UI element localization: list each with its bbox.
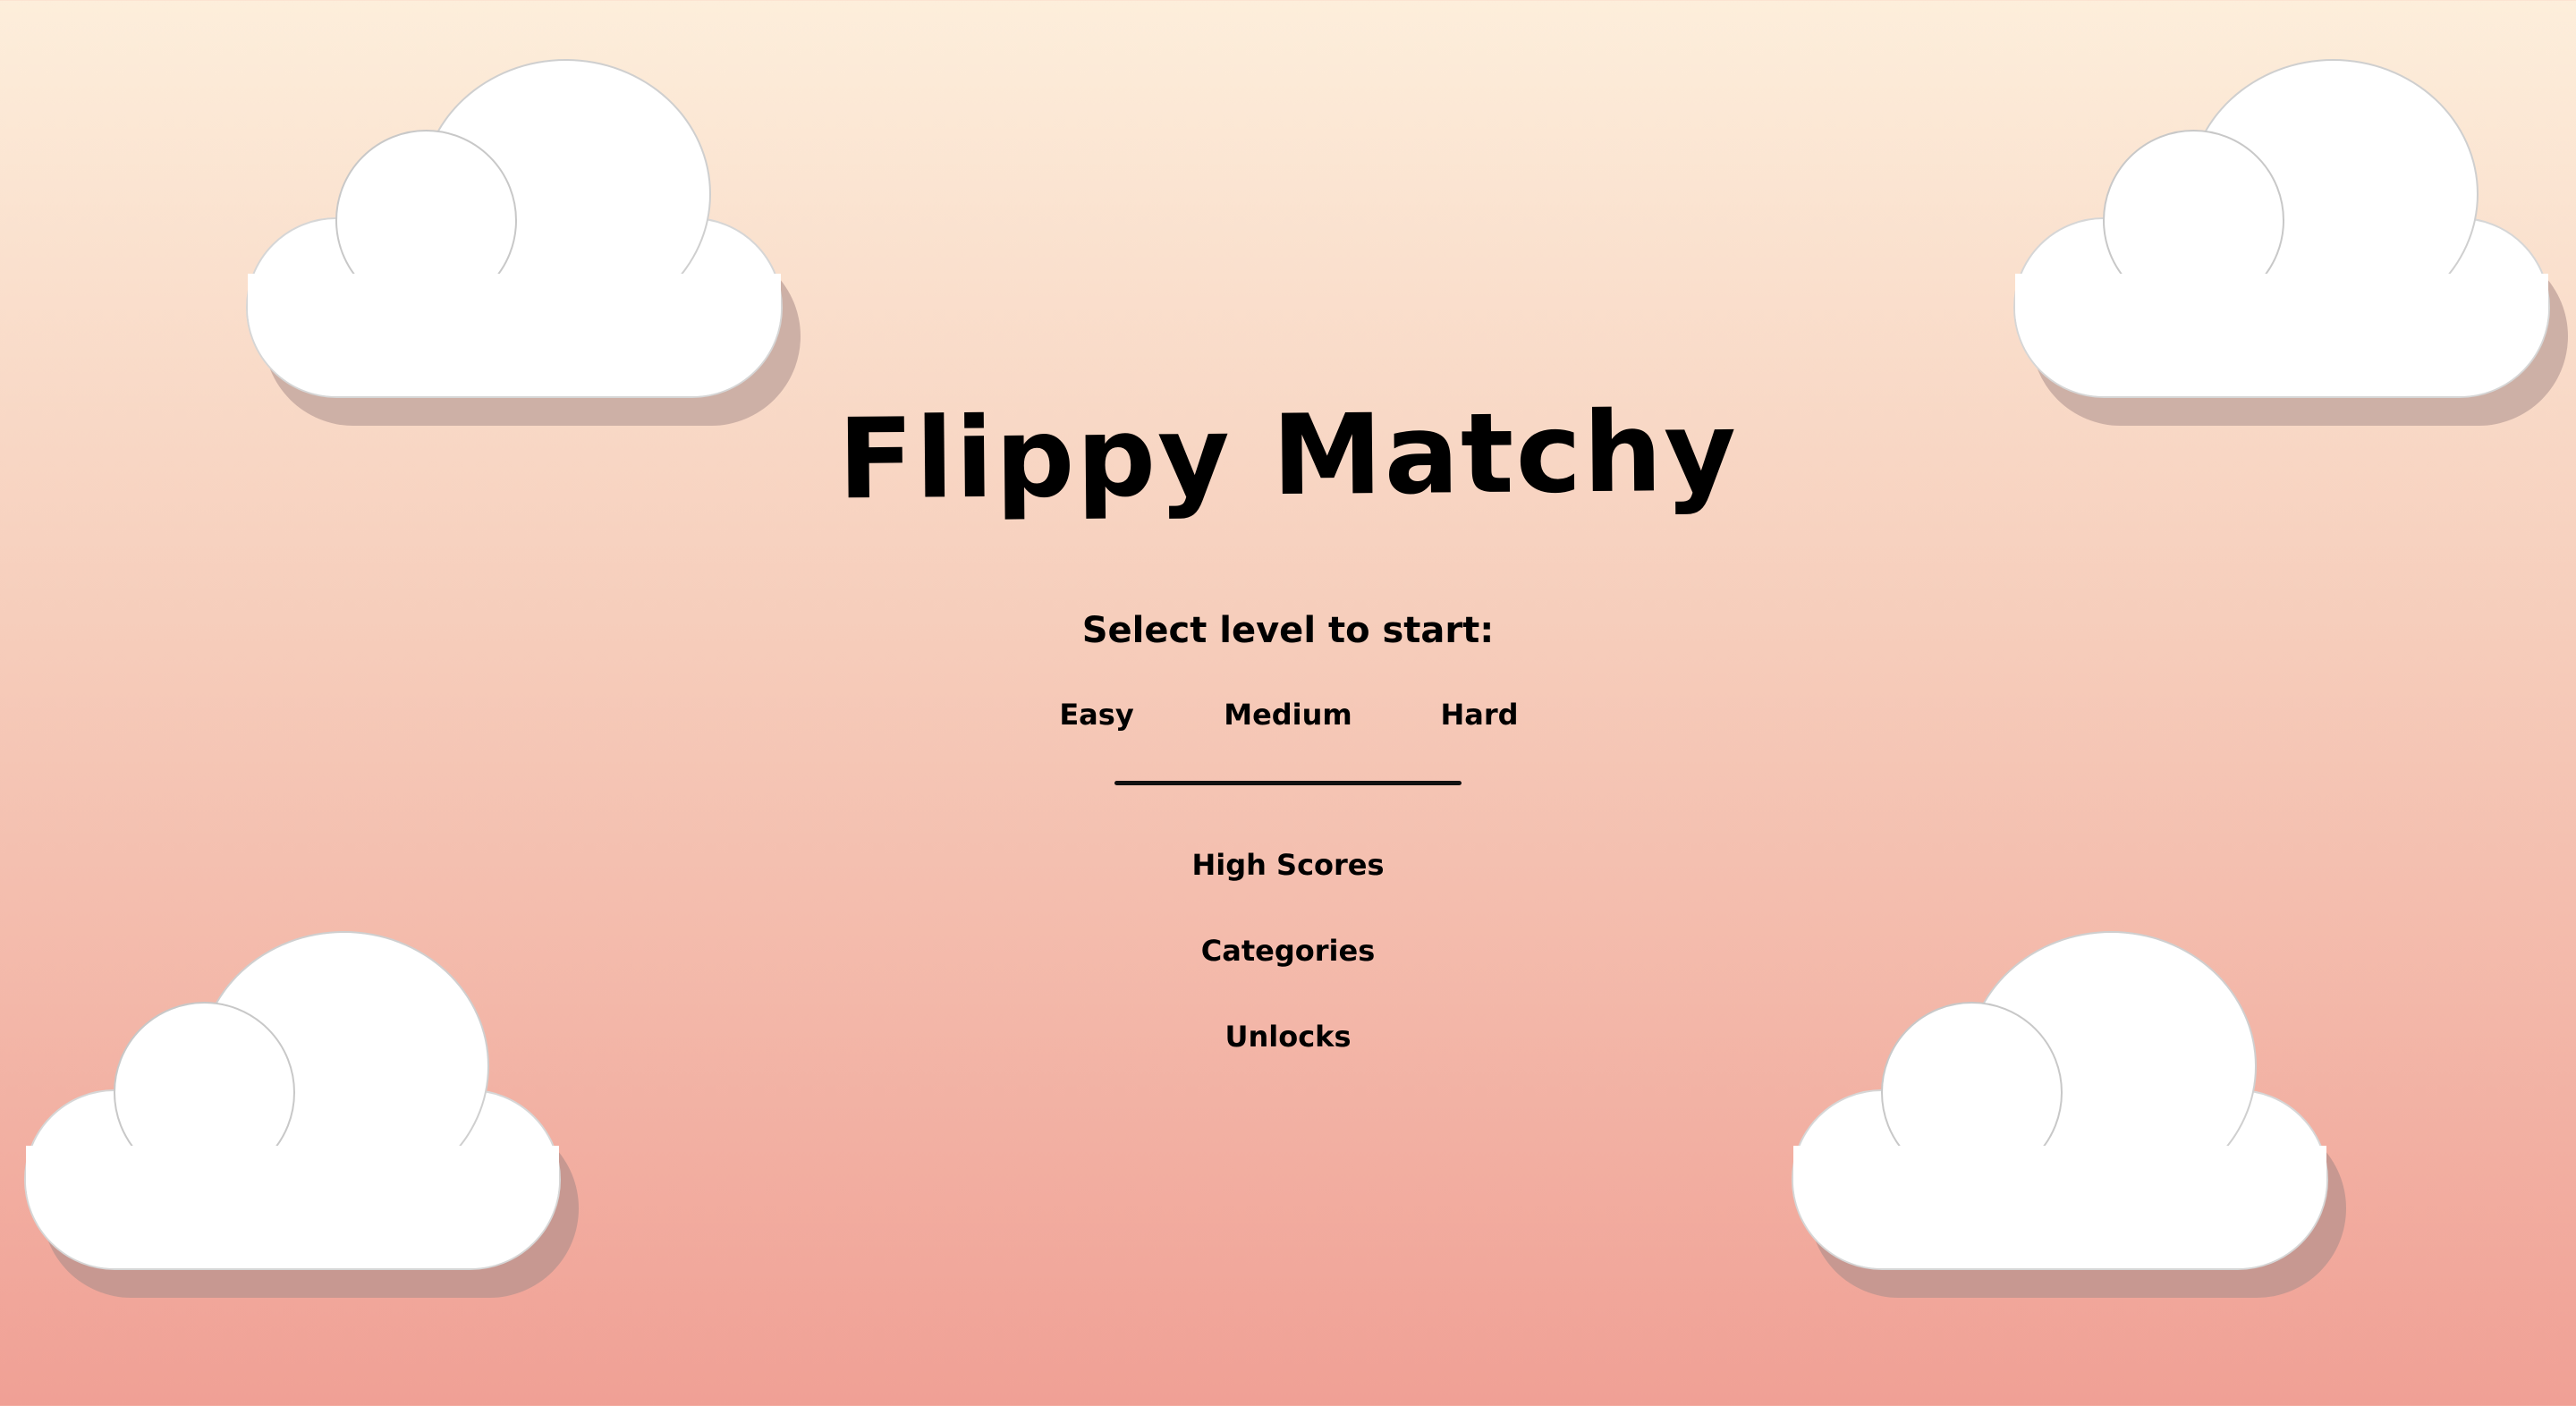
cloud-top-left — [246, 59, 818, 435]
cloud-top-right — [2013, 59, 2576, 435]
level-easy-button[interactable]: Easy — [998, 698, 1195, 732]
menu-item-unlocks-row: Unlocks — [0, 1020, 2576, 1054]
cloud-body — [248, 274, 781, 396]
level-medium-button[interactable]: Medium — [1190, 698, 1386, 732]
menu-item-categories-row: Categories — [0, 934, 2576, 968]
categories-button[interactable]: Categories — [1201, 934, 1375, 968]
game-title: Flippy Matchy — [837, 387, 1739, 525]
cloud-bottom-right — [1792, 931, 2364, 1307]
high-scores-button[interactable]: High Scores — [1191, 848, 1384, 882]
level-hard-button[interactable]: Hard — [1381, 698, 1578, 732]
cloud-bottom-left — [24, 931, 597, 1307]
menu-item-high-scores-row: High Scores — [0, 848, 2576, 882]
cloud-body — [26, 1146, 559, 1268]
level-select-prompt: Select level to start: — [1081, 610, 1495, 651]
cloud-body — [2015, 274, 2548, 396]
cloud-body — [1793, 1146, 2326, 1268]
menu-divider — [1114, 781, 1462, 785]
unlocks-button[interactable]: Unlocks — [1224, 1020, 1351, 1054]
